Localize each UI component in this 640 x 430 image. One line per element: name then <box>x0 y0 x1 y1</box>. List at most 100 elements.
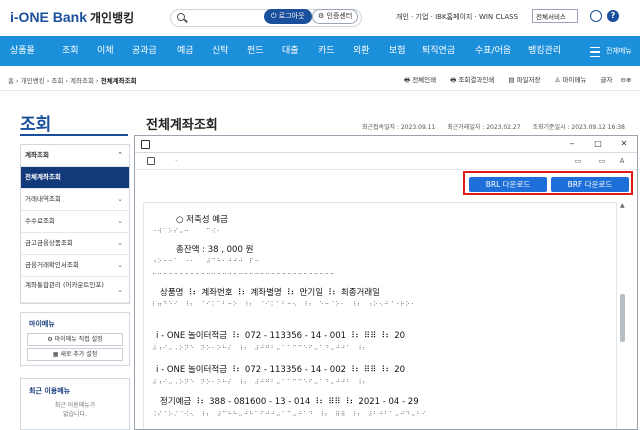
viewer-titlebar: ‒ □ ✕ <box>135 136 637 153</box>
chevron-down-icon: ⌄ <box>117 195 123 203</box>
nav-item-bills[interactable]: 공과금 <box>132 36 157 66</box>
sidebar-item-label: 계좌통합관리 (어카운트인포) <box>25 281 104 289</box>
my-menu-title: 마이메뉴 <box>29 320 55 328</box>
query-datetime: 조회기준일시 : 2023.09.12 16:38 <box>532 124 625 131</box>
recent-menu-title: 최근 이용메뉴 <box>29 387 71 395</box>
minimize-button[interactable]: ‒ <box>565 138 579 150</box>
doc-braille-line: ⠨⠎⠈⠕⠌⠈⠪⠢⠀⠸⠆⠀⠼⠉⠓⠓⠤⠚⠓⠁⠋⠚⠚⠤⠁⠉⠤⠚⠁⠙⠀⠸⠆⠀⠿⠿⠀⠸⠆⠀… <box>152 411 428 418</box>
my-menu-label: 마이메뉴 <box>562 76 587 84</box>
print-all-label: 전체인쇄 <box>412 76 437 84</box>
side-nav: 계좌조회 ⌃ 전체계좌조회 거래내역조회 ⌄ 수수료조회 ⌄ 금고금융상품조회 ⌄ 금융… <box>20 144 130 304</box>
top-links[interactable]: 개인 · 기업 · IBK홈페이지 · WIN CLASS <box>396 12 518 22</box>
logout-button[interactable]: ⏻ 로그아웃 <box>264 9 312 24</box>
search-icon[interactable] <box>177 13 185 21</box>
my-menu-add-label: 새로 추가 설정 <box>60 351 98 358</box>
nav-item-forex[interactable]: 외환 <box>353 36 370 66</box>
doc-line: i - ONE 놀이터적금 ⠸⠆ 072 - 113356 - 14 - 002… <box>156 365 406 375</box>
sidebar-item-account-inquiry[interactable]: 계좌조회 ⌃ <box>21 145 129 167</box>
tab-icon[interactable]: ▭ <box>573 156 583 166</box>
my-menu-add-button[interactable]: ▦ 새로 추가 설정 <box>27 348 123 361</box>
sidebar-item-all-accounts[interactable]: 전체계좌조회 <box>21 167 129 189</box>
nav-item-pension[interactable]: 퇴직연금 <box>422 36 455 66</box>
sidebar-item-certificates[interactable]: 금융거래확인서조회 ⌄ <box>21 255 129 277</box>
my-menu-setup-button[interactable]: ⚙ 마이메뉴 직접 설정 <box>27 333 123 346</box>
date-info: 최근접속일자 : 2023.09.11 최근거래일자 : 2023.02.27 … <box>362 122 635 131</box>
nav-item-card[interactable]: 카드 <box>318 36 335 66</box>
main-nav: 상품몰 조회 이체 공과금 예금 신탁 펀드 대출 카드 외환 보험 퇴직연금 … <box>0 36 640 66</box>
brf-download-button[interactable]: BRF 다운로드 <box>551 177 629 192</box>
nav-item-trust[interactable]: 신탁 <box>212 36 229 66</box>
top-bar: i-ONE Bank 개인뱅킹 ⏻ 로그아웃 ⚙ 인증센터 개인 · 기업 · I… <box>0 0 640 34</box>
section-divider <box>20 134 128 136</box>
logo-text: i-ONE Bank <box>10 9 88 25</box>
cert-center-button[interactable]: ⚙ 인증센터 <box>312 9 359 24</box>
doc-line: 총잔액 : 38 , 000 원 <box>176 245 254 255</box>
chevron-down-icon: ⌄ <box>117 261 123 269</box>
all-menu-button[interactable]: 전체메뉴 <box>588 41 634 61</box>
sidebar-item-vault-products[interactable]: 금고금융상품조회 ⌄ <box>21 233 129 255</box>
chevron-up-icon: ⌃ <box>117 151 123 159</box>
doc-braille-line: ⠰⠕⠒⠒⠁⠀⠐⠂⠀⠀⠼⠉⠓⠂⠚⠚⠚⠀⠏⠒ <box>152 258 260 265</box>
last-login-date: 최근접속일자 : 2023.09.11 <box>362 124 436 131</box>
nav-item-check[interactable]: 수표/어음 <box>475 36 511 66</box>
my-menu-button[interactable]: ♙ 마이메뉴 <box>555 76 593 84</box>
nav-item-deposit[interactable]: 예금 <box>177 36 194 66</box>
scroll-thumb[interactable] <box>620 294 625 342</box>
service-select[interactable]: 전체서비스 <box>532 9 578 23</box>
sidebar-item-transactions[interactable]: 거래내역조회 ⌄ <box>21 189 129 211</box>
sidebar-item-label: 전체계좌조회 <box>25 173 61 181</box>
brl-download-button[interactable]: BRL 다운로드 <box>469 177 547 192</box>
my-menu-panel: 마이메뉴 ⚙ 마이메뉴 직접 설정 ▦ 새로 추가 설정 <box>20 312 130 366</box>
all-menu-label: 전체메뉴 <box>606 47 632 55</box>
sidebar-item-label: 수수료조회 <box>25 217 55 225</box>
breadcrumb: 홈 › 개인뱅킹 › 조회 › 계좌조회 › 전체계좌조회 <box>8 75 137 85</box>
download-highlight: BRL 다운로드 BRF 다운로드 <box>463 171 633 195</box>
recent-menu-msg-1: 최근 이용메뉴가 <box>54 402 96 409</box>
font-size-label: 글자 <box>600 76 613 84</box>
reader-icon[interactable]: ▭ <box>597 156 607 166</box>
sidebar-item-label: 금융거래확인서조회 <box>25 261 79 269</box>
print-result-button[interactable]: 🖶 조회결과인쇄 <box>450 76 500 84</box>
globe-icon[interactable] <box>590 10 602 22</box>
cert-label: 인증센터 <box>326 12 353 20</box>
chevron-down-icon: ⌄ <box>117 239 123 247</box>
doc-line: 정기예금 ⠸⠆ 388 - 081600 - 13 - 014 ⠸⠆ ⠿⠿ ⠸⠆… <box>160 397 419 407</box>
font-size-button[interactable]: 글자 ⊖⊕ <box>601 76 632 84</box>
print-all-button[interactable]: 🖶 전체인쇄 <box>404 76 442 84</box>
nav-item-loan[interactable]: 대출 <box>282 36 299 66</box>
nav-item-products[interactable]: 상품몰 <box>10 36 35 66</box>
breadcrumb-path[interactable]: 홈 › 개인뱅킹 › 조회 › 계좌조회 › <box>8 77 101 85</box>
save-file-label: 파일저장 <box>516 76 541 84</box>
my-menu-setup-label: 마이메뉴 직접 설정 <box>54 336 103 343</box>
close-button[interactable]: ✕ <box>617 138 631 150</box>
breadcrumb-bar: 홈 › 개인뱅킹 › 조회 › 계좌조회 › 전체계좌조회 🖶 전체인쇄 🖶 조… <box>0 68 640 91</box>
maximize-button[interactable]: □ <box>591 138 605 150</box>
sidebar-item-fees[interactable]: 수수료조회 ⌄ <box>21 211 129 233</box>
save-file-button[interactable]: ▤ 파일저장 <box>508 76 546 84</box>
help-icon[interactable]: ? <box>607 10 619 22</box>
doc-line: ○ 저축성 예금 <box>176 215 228 225</box>
chevron-down-icon: ⌄ <box>117 286 123 294</box>
nav-item-fund[interactable]: 펀드 <box>247 36 264 66</box>
sidebar-item-account-info[interactable]: 계좌통합관리 (어카운트인포) ⌄ <box>21 277 129 303</box>
logout-label: 로그아웃 <box>278 12 305 20</box>
nav-item-insurance[interactable]: 보험 <box>389 36 406 66</box>
print-result-label: 조회결과인쇄 <box>458 76 495 84</box>
logo-subtext: 개인뱅킹 <box>90 11 135 25</box>
font-icon[interactable]: A <box>617 156 627 166</box>
doc-braille-line: ⠼⠰⠊⠤⠠⠕⠝⠑⠀⠝⠕⠂⠕⠓⠎⠀⠸⠆⠀⠼⠚⠛⠃⠤⠁⠁⠉⠉⠑⠋⠤⠁⠙⠤⠚⠚⠁⠀⠸⠆ <box>152 345 368 352</box>
doc-braille-line: ⠼⠰⠊⠤⠠⠕⠝⠑⠀⠝⠕⠂⠕⠓⠎⠀⠸⠆⠀⠼⠚⠛⠃⠤⠁⠁⠉⠉⠑⠋⠤⠁⠙⠤⠚⠚⠃⠀⠸⠆ <box>152 379 368 386</box>
sidebar-item-label: 거래내역조회 <box>25 195 61 203</box>
breadcrumb-current: 전체계좌조회 <box>100 77 137 85</box>
nav-item-transfer[interactable]: 이체 <box>97 36 114 66</box>
address-text: · <box>175 157 178 165</box>
nav-item-banking-mgmt[interactable]: 뱅킹관리 <box>528 36 561 66</box>
nav-item-inquiry[interactable]: 조회 <box>62 36 79 66</box>
scroll-up-icon[interactable]: ▲ <box>620 202 625 209</box>
scrollbar[interactable]: ▲ <box>617 202 629 429</box>
sidebar-item-label: 계좌조회 <box>25 151 49 159</box>
recent-menu-panel: 최근 이용메뉴 최근 이용메뉴가 없습니다. <box>20 378 130 430</box>
doc-line: 상품명 ⠸⠆ 계좌번호 ⠸⠆ 계좌별명 ⠸⠆ 만기일 ⠸⠆ 최종거래일 <box>160 288 381 298</box>
logo[interactable]: i-ONE Bank 개인뱅킹 <box>10 9 134 26</box>
page-tools: 🖶 전체인쇄 🖶 조회결과인쇄 ▤ 파일저장 ♙ 마이메뉴 글자 ⊖⊕ <box>404 74 637 87</box>
